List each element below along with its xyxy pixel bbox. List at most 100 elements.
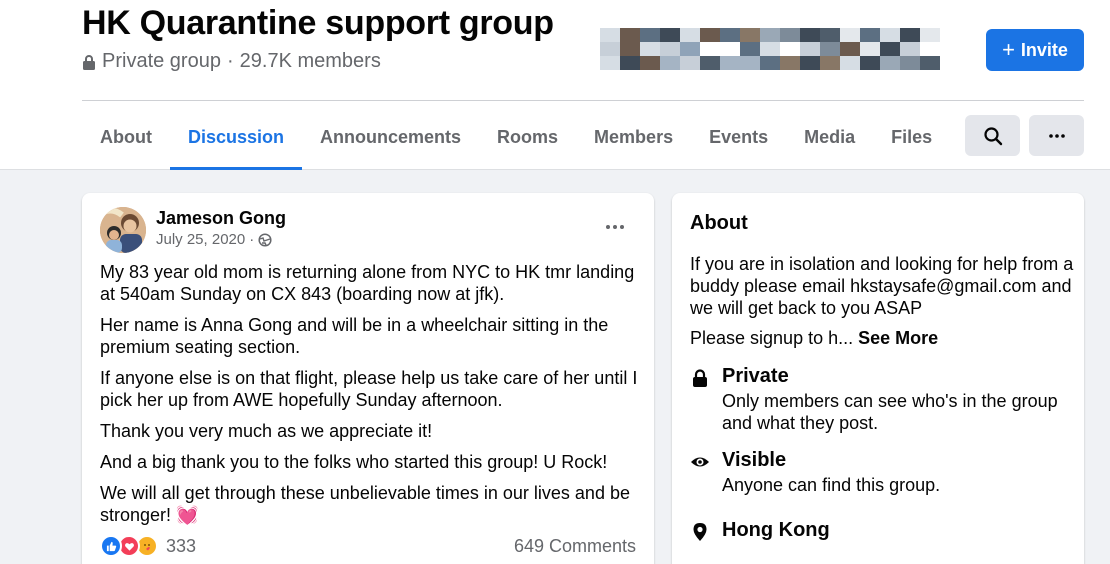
avatar-pixel bbox=[600, 56, 620, 70]
comments-link[interactable]: 649 Comments bbox=[514, 536, 636, 557]
location-title[interactable]: Hong Kong bbox=[722, 519, 830, 542]
group-title: HK Quarantine support group bbox=[82, 4, 554, 42]
reaction-count: 333 bbox=[166, 535, 197, 556]
reaction-summary[interactable]: 333 bbox=[100, 535, 196, 557]
tab-events[interactable]: Events bbox=[691, 104, 786, 170]
invite-label: Invite bbox=[1020, 39, 1068, 60]
tab-media[interactable]: Media bbox=[786, 104, 873, 170]
post-paragraph: And a big thank you to the folks who sta… bbox=[100, 452, 608, 472]
invite-button[interactable]: + Invite bbox=[986, 29, 1084, 71]
avatar-pixel bbox=[780, 28, 800, 42]
avatar-pixel bbox=[680, 28, 700, 42]
avatar-pixel bbox=[760, 28, 780, 42]
tab-about[interactable]: About bbox=[82, 104, 170, 170]
post-paragraph: If anyone else is on that flight, please… bbox=[100, 368, 638, 410]
post-meta: July 25, 2020 · bbox=[156, 231, 272, 248]
avatar-pixel bbox=[680, 42, 700, 56]
about-title: About bbox=[690, 212, 748, 234]
avatar-pixel bbox=[860, 42, 880, 56]
avatar-pixel bbox=[800, 28, 820, 42]
avatar-pixel bbox=[660, 56, 680, 70]
post-author[interactable]: Jameson Gong bbox=[156, 208, 286, 229]
avatar-pixel bbox=[760, 42, 780, 56]
more-icon bbox=[606, 225, 624, 229]
search-button[interactable] bbox=[965, 115, 1020, 156]
avatar-pixel bbox=[680, 56, 700, 70]
avatar-pixel bbox=[900, 56, 920, 70]
post-paragraph: We will all get through these unbelievab… bbox=[100, 483, 630, 525]
tab-discussion[interactable]: Discussion bbox=[169, 104, 303, 170]
post-date[interactable]: July 25, 2020 bbox=[156, 231, 245, 248]
avatar-pixel bbox=[800, 56, 820, 70]
avatar-pixel bbox=[840, 56, 860, 70]
group-subtitle: Private group · 29.7K members bbox=[82, 50, 381, 73]
avatar-pixel bbox=[880, 42, 900, 56]
avatar-pixel bbox=[620, 28, 640, 42]
avatar-pixel bbox=[840, 42, 860, 56]
avatar-pixel bbox=[900, 42, 920, 56]
avatar-pixel bbox=[920, 42, 940, 56]
tab-files[interactable]: Files bbox=[873, 104, 950, 170]
avatar-pixel bbox=[660, 42, 680, 56]
avatar-pixel bbox=[640, 42, 660, 56]
lock-icon bbox=[693, 369, 707, 387]
avatar-pixel bbox=[840, 28, 860, 42]
avatar-pixel bbox=[600, 42, 620, 56]
avatar-pixel bbox=[920, 56, 940, 70]
avatar-pixel bbox=[920, 28, 940, 42]
avatar-pixel bbox=[700, 56, 720, 70]
visibility-title: Visible bbox=[722, 449, 787, 471]
avatar-pixel bbox=[700, 42, 720, 56]
avatar-pixel bbox=[780, 42, 800, 56]
privacy-label: Private group bbox=[102, 50, 221, 72]
avatar-pixel bbox=[700, 28, 720, 42]
avatar-pixel bbox=[600, 28, 620, 42]
avatar-pixel bbox=[820, 28, 840, 42]
plus-icon: + bbox=[1002, 37, 1015, 62]
avatar-pixel bbox=[900, 28, 920, 42]
avatar-pixel bbox=[880, 28, 900, 42]
avatar-pixel bbox=[860, 28, 880, 42]
lock-icon bbox=[83, 54, 95, 70]
tab-members[interactable]: Members bbox=[576, 104, 691, 170]
avatar-pixel bbox=[820, 56, 840, 70]
signup-preview: Please signup to h... bbox=[690, 328, 854, 348]
about-signup: Please signup to h... See More bbox=[690, 327, 938, 349]
post-text: My 83 year old mom is returning alone fr… bbox=[100, 261, 640, 535]
avatar-pixel bbox=[720, 28, 740, 42]
separator: · bbox=[226, 50, 234, 72]
more-options-button[interactable] bbox=[1029, 115, 1084, 156]
avatar-pixel bbox=[860, 56, 880, 70]
separator: · bbox=[249, 231, 255, 248]
avatar-pixel bbox=[620, 42, 640, 56]
post-paragraph: My 83 year old mom is returning alone fr… bbox=[100, 262, 635, 304]
tab-rooms[interactable]: Rooms bbox=[479, 104, 576, 170]
avatar-pixel bbox=[640, 28, 660, 42]
avatar-pixel bbox=[800, 42, 820, 56]
privacy-text: Only members can see who's in the group … bbox=[722, 391, 1058, 433]
avatar-pixel bbox=[720, 42, 740, 56]
see-more-link[interactable]: See More bbox=[858, 328, 938, 348]
about-description: If you are in isolation and looking for … bbox=[690, 254, 1074, 318]
about-card: About If you are in isolation and lookin… bbox=[672, 193, 1084, 564]
header-divider bbox=[82, 100, 1084, 101]
post-options-button[interactable] bbox=[598, 213, 632, 241]
tab-announcements[interactable]: Announcements bbox=[302, 104, 479, 170]
avatar-pixel bbox=[740, 42, 760, 56]
avatar-pixel bbox=[820, 42, 840, 56]
avatar-pixel bbox=[740, 28, 760, 42]
avatar-pixel bbox=[660, 28, 680, 42]
author-avatar[interactable] bbox=[100, 207, 146, 253]
avatar-pixel bbox=[640, 56, 660, 70]
globe-icon bbox=[258, 232, 272, 247]
like-icon bbox=[100, 535, 122, 557]
eye-icon bbox=[691, 457, 709, 467]
avatar-pixel bbox=[720, 56, 740, 70]
member-avatars-blurred[interactable] bbox=[600, 28, 940, 72]
group-tabs: About Discussion Announcements Rooms Mem… bbox=[82, 104, 950, 170]
avatar-pixel bbox=[880, 56, 900, 70]
group-header: HK Quarantine support group Private grou… bbox=[0, 0, 1110, 170]
post-card: Jameson Gong July 25, 2020 · My 83 year … bbox=[82, 193, 654, 564]
member-count[interactable]: 29.7K members bbox=[240, 50, 381, 73]
privacy-title: Private bbox=[722, 365, 789, 387]
